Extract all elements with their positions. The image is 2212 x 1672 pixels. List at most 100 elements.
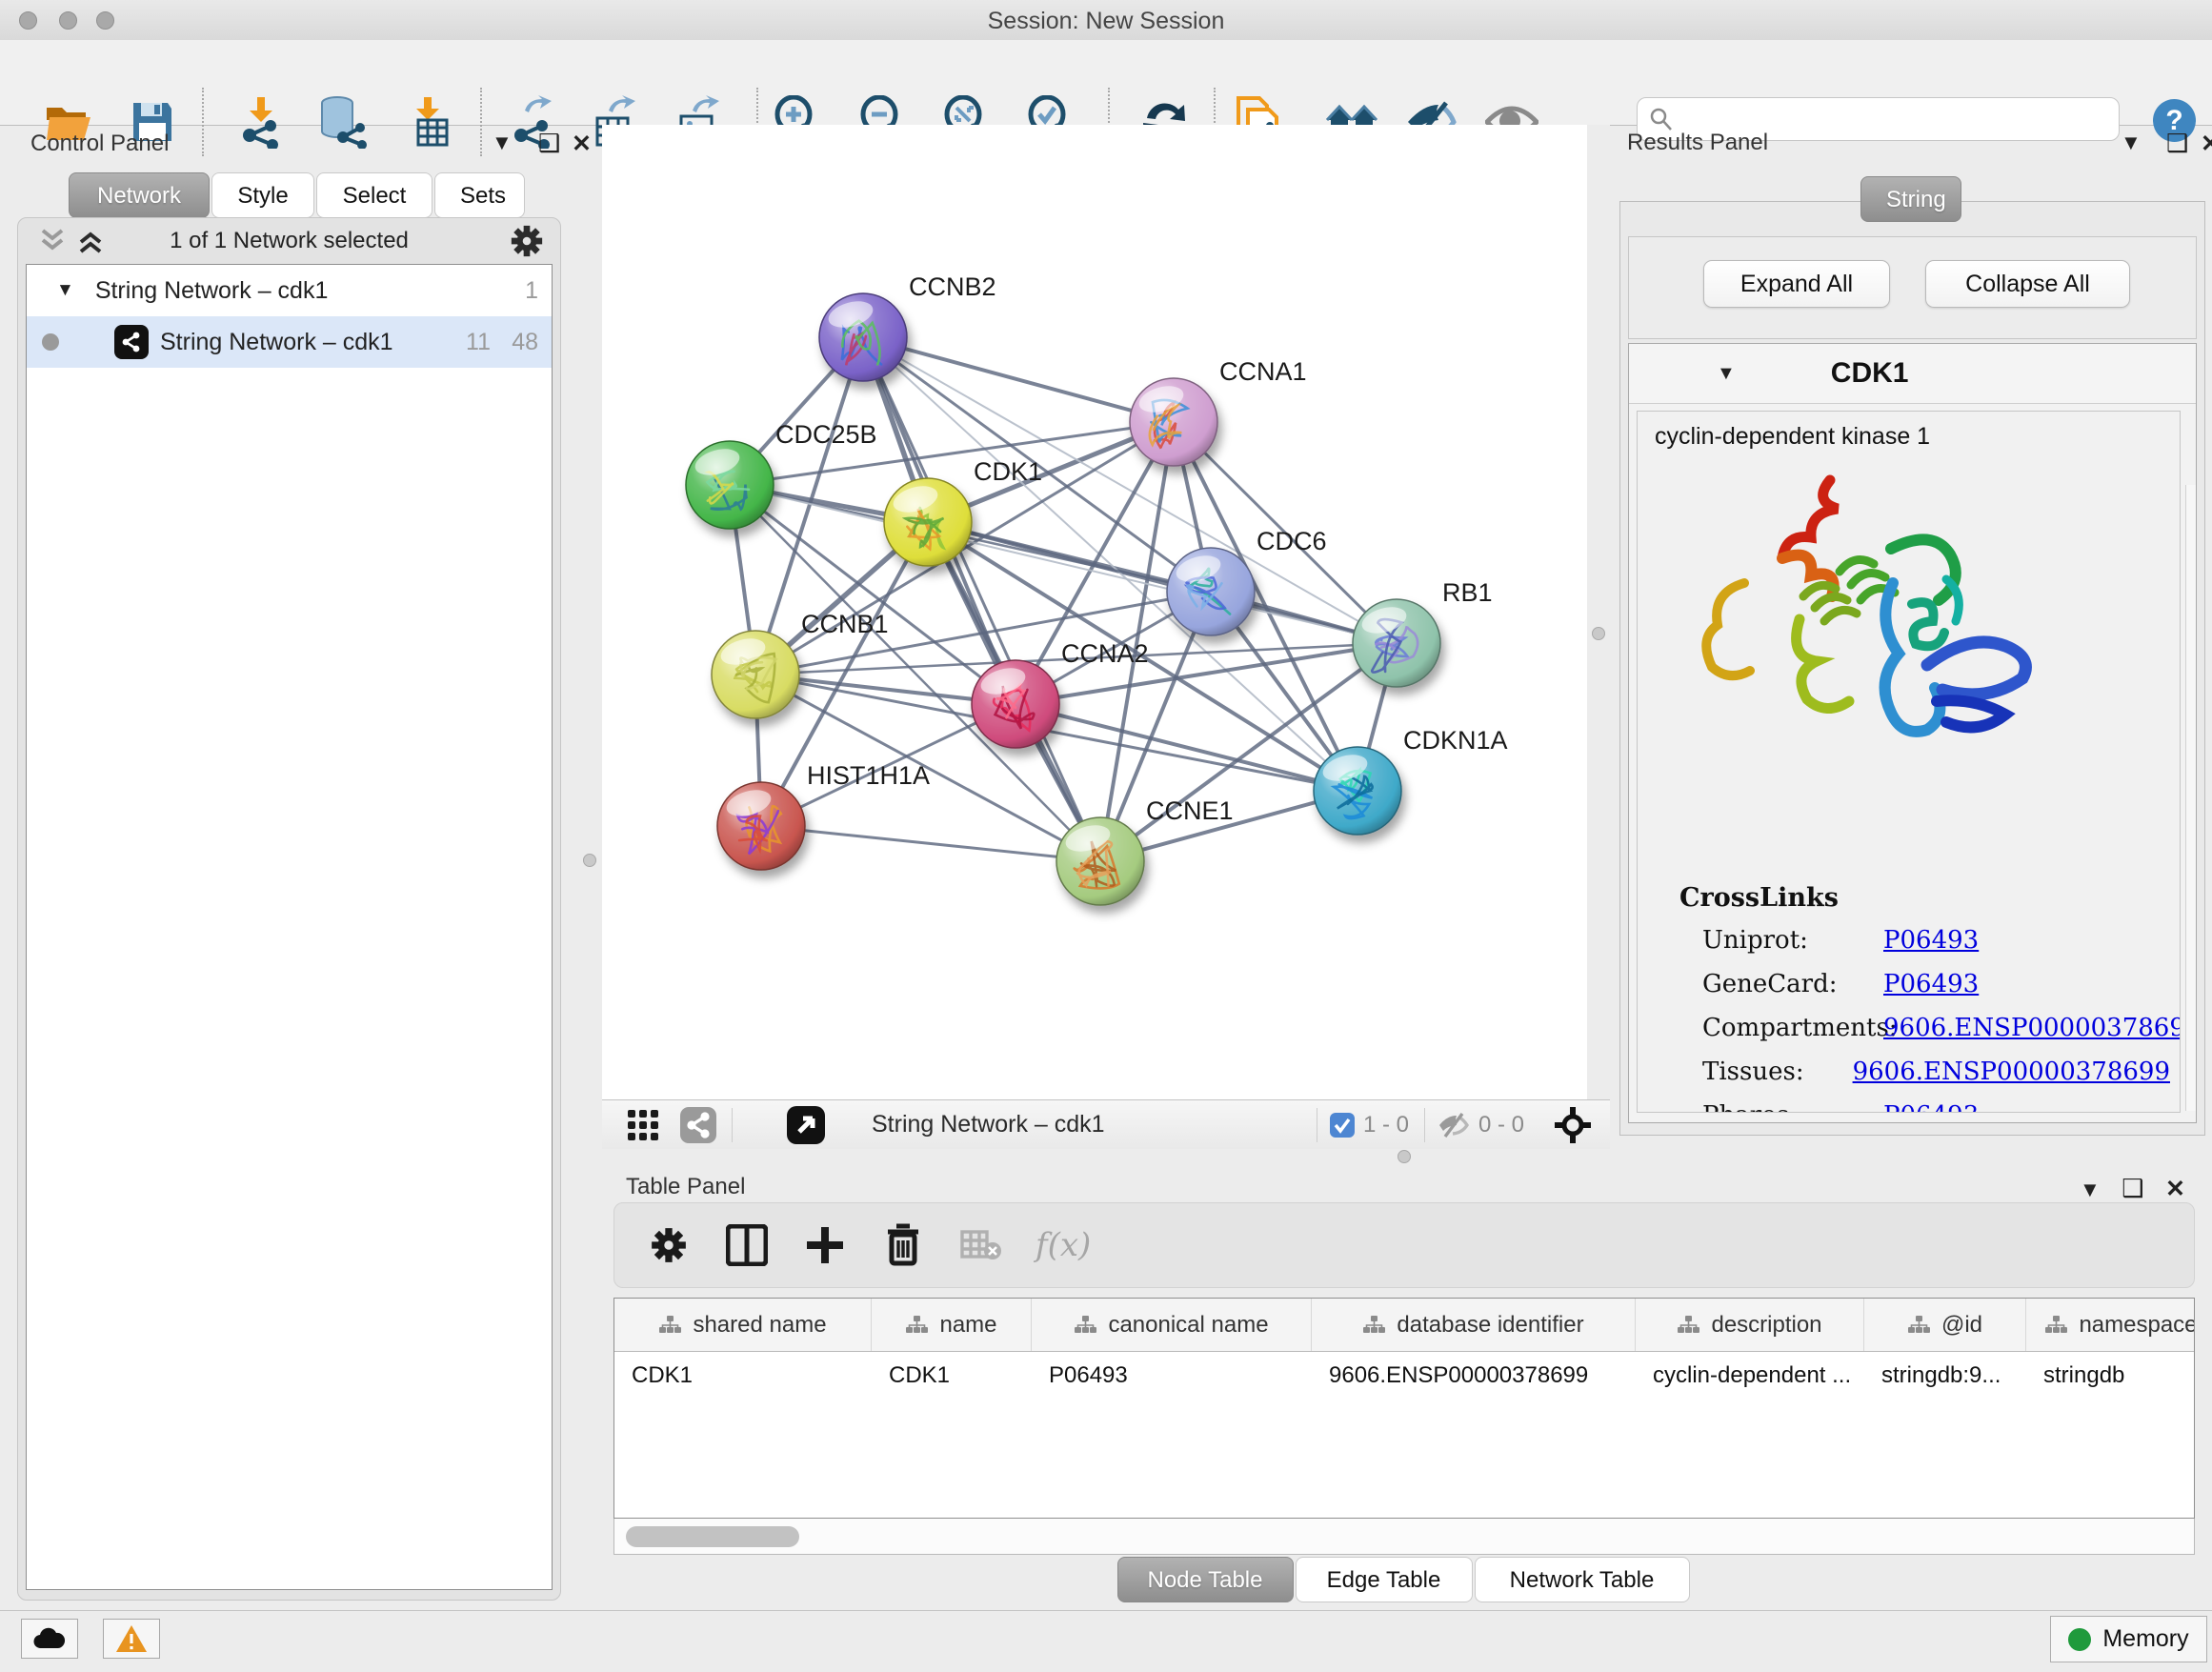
column-tree-icon (1907, 1315, 1930, 1336)
create-column-icon[interactable] (801, 1221, 849, 1269)
table-cell[interactable]: CDK1 (872, 1362, 1032, 1389)
delete-column-icon[interactable] (879, 1221, 927, 1269)
float-panel-icon[interactable]: ❑ (2166, 129, 2188, 158)
gene-card-header[interactable]: ▼ CDK1 (1629, 344, 2196, 404)
detach-view-icon[interactable] (782, 1101, 830, 1149)
tab-network-table[interactable]: Network Table (1475, 1557, 1690, 1602)
collapse-all-button[interactable]: Collapse All (1925, 260, 2130, 308)
network-canvas[interactable]: CCNB2CCNA1CDC25BCDK1CDC6RB1CCNB1CCNA2CDK… (602, 125, 1587, 1099)
tab-edge-table[interactable]: Edge Table (1296, 1557, 1473, 1602)
node-label: CDK1 (974, 457, 1042, 486)
tab-string[interactable]: String (1860, 176, 1961, 222)
node-label: CCNA1 (1219, 357, 1307, 386)
table-cell[interactable]: stringdb (2026, 1362, 2195, 1389)
table-horizontal-scrollbar[interactable] (613, 1519, 2195, 1555)
network-edge-count: 48 (512, 329, 538, 356)
column-header-name[interactable]: name (872, 1299, 1032, 1351)
column-header-canonical-name[interactable]: canonical name (1032, 1299, 1312, 1351)
close-panel-icon[interactable]: ✕ (2165, 1175, 2185, 1203)
scrollbar-thumb[interactable] (626, 1526, 799, 1547)
memory-button[interactable]: Memory (2050, 1616, 2207, 1662)
results-panel: Results Panel ▼ ❑ ✕ String Expand All Co… (1616, 125, 2212, 1136)
tab-network[interactable]: Network (69, 172, 210, 218)
network-node[interactable]: RB1 (1353, 578, 1493, 687)
canvas-right-gutter (1587, 125, 1610, 1099)
table-cell[interactable]: P06493 (1032, 1362, 1312, 1389)
warnings-button[interactable] (103, 1619, 160, 1659)
column-header-label: canonical name (1108, 1312, 1268, 1339)
column-header-label: shared name (693, 1312, 826, 1339)
table-cell[interactable]: cyclin-dependent ... (1636, 1362, 1864, 1389)
crosslink-value-link[interactable]: P06493 (1883, 926, 1979, 955)
table-options-gear-icon[interactable] (645, 1221, 693, 1269)
show-column-panel-icon[interactable] (723, 1221, 771, 1269)
birds-eye-toggle-icon[interactable] (1549, 1101, 1597, 1149)
network-node[interactable]: CCNB1 (712, 610, 889, 718)
tab-node-table[interactable]: Node Table (1117, 1557, 1294, 1602)
network-row[interactable]: String Network – cdk1 11 48 (27, 316, 552, 368)
crosslink-label: GeneCard: (1679, 970, 1883, 998)
control-panel: Control Panel ▼ ❑ ✕ NetworkStyleSelectSe… (10, 125, 569, 1601)
selected-checkbox-icon[interactable] (1327, 1101, 1357, 1149)
network-edge (1016, 704, 1357, 791)
close-panel-icon[interactable]: ✕ (2201, 130, 2212, 158)
panel-menu-icon[interactable]: ▼ (2121, 131, 2142, 155)
tab-sets[interactable]: Sets (434, 172, 525, 218)
column-header-label: name (939, 1312, 996, 1339)
table-row[interactable]: CDK1CDK1P064939606.ENSP00000378699cyclin… (614, 1352, 2194, 1400)
panel-menu-icon[interactable]: ▼ (492, 131, 513, 155)
crosslinks-section: CrossLinks Uniprot:P06493GeneCard:P06493… (1679, 883, 2170, 1113)
network-view-panel: CCNB2CCNA1CDC25BCDK1CDC6RB1CCNB1CCNA2CDK… (602, 125, 1610, 1148)
network-node[interactable]: HIST1H1A (717, 761, 930, 870)
network-node[interactable]: CCNA1 (1130, 357, 1307, 466)
network-options-gear-icon[interactable] (503, 217, 551, 265)
float-panel-icon[interactable]: ❑ (538, 129, 560, 158)
network-thumbnail-icon[interactable] (674, 1101, 722, 1149)
table-cell[interactable]: 9606.ENSP00000378699 (1312, 1362, 1636, 1389)
node-layer: CCNB2CCNA1CDC25BCDK1CDC6RB1CCNB1CCNA2CDK… (686, 272, 1508, 905)
string-results-container: Expand All Collapse All ▼ CDK1 cyclin-de… (1619, 201, 2205, 1136)
table-cell[interactable]: stringdb:9... (1864, 1362, 2026, 1389)
panel-menu-icon[interactable]: ▼ (2080, 1178, 2101, 1202)
cloud-status-button[interactable] (21, 1619, 78, 1659)
network-collection-row[interactable]: ▼ String Network – cdk1 1 (27, 265, 552, 316)
crosslink-value-link[interactable]: 9606.ENSP00000378699 (1883, 1014, 2181, 1042)
tab-select[interactable]: Select (316, 172, 432, 218)
left-splitter-handle[interactable] (583, 854, 596, 867)
close-panel-icon[interactable]: ✕ (572, 130, 592, 158)
node-table[interactable]: shared name name canonical name database id… (613, 1298, 2195, 1519)
crosslink-row: Pharos:P06493 (1679, 1101, 2170, 1113)
network-node[interactable]: CDKN1A (1314, 726, 1508, 835)
tab-style[interactable]: Style (211, 172, 314, 218)
column-tree-icon (1362, 1315, 1385, 1336)
crosslinks-heading: CrossLinks (1679, 883, 2170, 913)
bottom-splitter-handle[interactable] (1398, 1150, 1411, 1163)
right-splitter-handle[interactable] (1592, 627, 1605, 640)
column-header--id[interactable]: @id (1864, 1299, 2026, 1351)
float-panel-icon[interactable]: ❑ (2122, 1174, 2143, 1203)
column-header-shared-name[interactable]: shared name (614, 1299, 872, 1351)
crosslink-value-link[interactable]: P06493 (1883, 970, 1979, 998)
collapse-arrow-icon[interactable]: ▼ (56, 280, 74, 301)
node-label: HIST1H1A (807, 761, 930, 790)
collapse-arrow-icon[interactable]: ▼ (1717, 363, 1736, 385)
table-cell[interactable]: CDK1 (614, 1362, 872, 1389)
expand-all-button[interactable]: Expand All (1703, 260, 1890, 308)
node-table-header[interactable]: shared name name canonical name database id… (614, 1299, 2194, 1352)
results-scrollbar[interactable] (2185, 485, 2196, 1111)
crosslink-value-link[interactable]: P06493 (1883, 1101, 1979, 1113)
column-header-namespace[interactable]: namespace (2026, 1299, 2195, 1351)
crosslink-row: Uniprot:P06493 (1679, 926, 2170, 955)
network-tree: ▼ String Network – cdk1 1 String Network… (26, 264, 553, 1590)
column-header-database-identifier[interactable]: database identifier (1312, 1299, 1636, 1351)
crosslink-row: GeneCard:P06493 (1679, 970, 2170, 998)
crosslink-value-link[interactable]: 9606.ENSP00000378699 (1853, 1058, 2170, 1086)
window-titlebar: Session: New Session (0, 0, 2212, 41)
show-grid-icon[interactable] (619, 1101, 667, 1149)
column-header-description[interactable]: description (1636, 1299, 1864, 1351)
crosslink-label: Compartments: (1679, 1014, 1883, 1042)
crosslink-row: Compartments:9606.ENSP00000378699 (1679, 1014, 2170, 1042)
protein-structure-image (1687, 469, 2068, 821)
crosslink-label: Pharos: (1679, 1101, 1883, 1113)
column-tree-icon (2044, 1315, 2067, 1336)
